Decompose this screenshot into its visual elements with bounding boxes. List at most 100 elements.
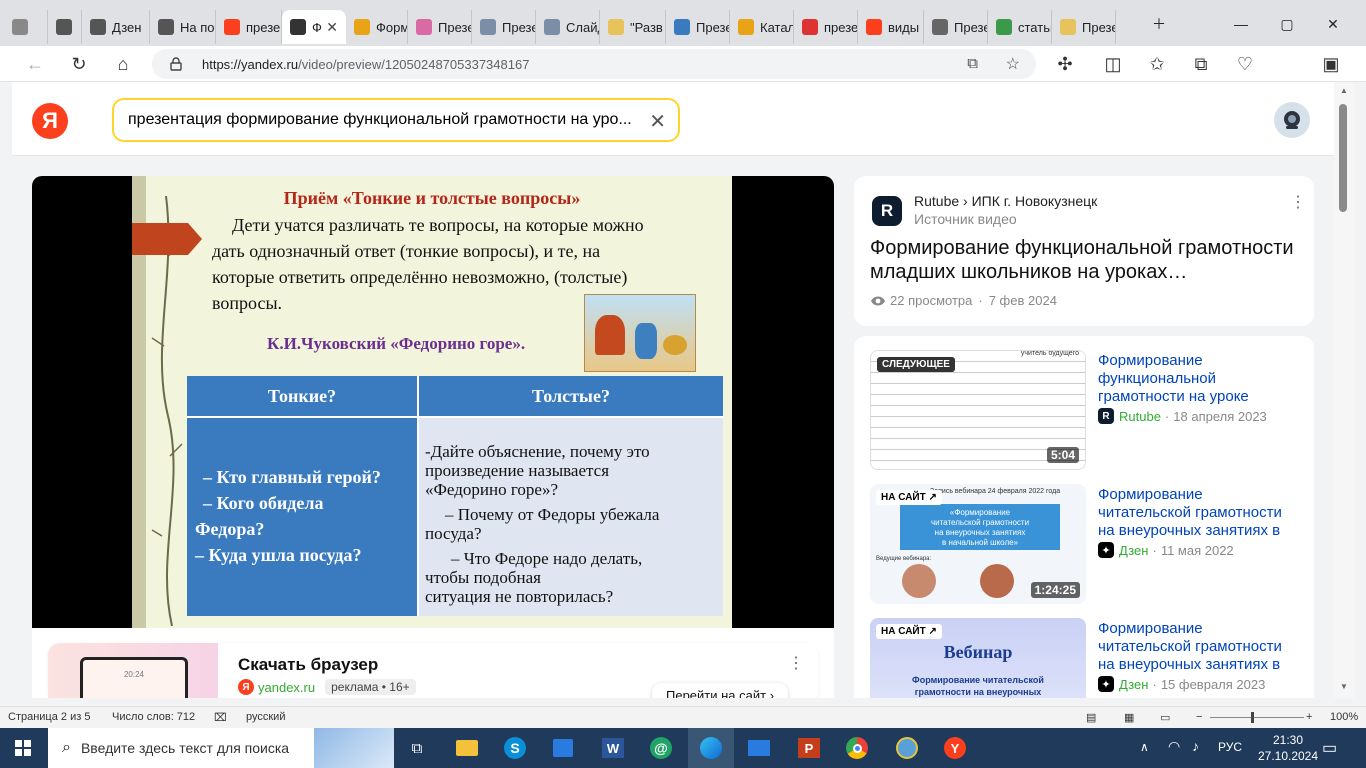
related-item[interactable]: Вебинар Формирование читательской грамотн… <box>854 604 1314 698</box>
browser-tab[interactable]: Презе <box>472 10 536 44</box>
show-hidden-icons[interactable]: ∧ <box>1140 740 1149 754</box>
video-thumbnail[interactable]: Вебинар Формирование читательской грамотн… <box>870 618 1086 698</box>
ad-title[interactable]: Скачать браузер <box>238 655 378 675</box>
zoom-slider-thumb[interactable] <box>1251 712 1254 723</box>
browser-tab[interactable]: статьи <box>988 10 1052 44</box>
browser-tab[interactable]: виды <box>858 10 924 44</box>
url-field[interactable]: https://yandex.ru/video/preview/12050248… <box>152 49 1036 79</box>
extensions-icon[interactable]: ✣ <box>1052 52 1078 76</box>
related-item[interactable]: Запись вебинара 24 февраля 2022 года «Фо… <box>854 470 1314 604</box>
store-icon[interactable] <box>540 728 586 768</box>
browser-tab[interactable]: "Разв <box>600 10 666 44</box>
browser-essentials-icon[interactable]: ♡ <box>1232 52 1258 76</box>
browser-ad-card[interactable]: 20:24 Скачать браузер Я yandex.ru реклам… <box>48 643 818 698</box>
language[interactable]: русский <box>246 711 285 723</box>
volume-icon[interactable]: ♪ <box>1192 738 1199 754</box>
zoom-slider[interactable] <box>1210 717 1304 718</box>
zoom-out-icon[interactable]: − <box>1196 711 1202 723</box>
browser-tab[interactable]: Ф ✕ <box>282 10 346 44</box>
network-icon[interactable]: ◠ <box>1168 738 1180 755</box>
print-layout-icon[interactable]: ▦ <box>1124 711 1134 724</box>
browser-tab[interactable]: На по <box>150 10 216 44</box>
word-icon[interactable]: W <box>590 728 636 768</box>
word-count[interactable]: Число слов: 712 <box>112 711 195 723</box>
browser-tab[interactable]: Слайд <box>536 10 600 44</box>
app-install-icon[interactable]: ⧉ <box>967 55 978 72</box>
scroll-down-icon[interactable]: ▼ <box>1340 682 1348 691</box>
page-scrollbar[interactable]: ▲ ▼ <box>1334 82 1354 698</box>
collections-icon[interactable]: ⧉ <box>1188 52 1214 76</box>
taskbar-search[interactable]: ⌕ Введите здесь текст для поиска <box>48 728 394 768</box>
rutube-logo-icon[interactable]: R <box>872 196 902 226</box>
mail-at-icon[interactable]: @ <box>638 728 684 768</box>
thick-questions-cell: -Дайте объяснение, почему это произведен… <box>419 418 723 616</box>
zoom-in-icon[interactable]: + <box>1306 711 1312 723</box>
browser-tab[interactable]: Катал <box>730 10 794 44</box>
page-count[interactable]: Страница 2 из 5 <box>8 711 90 723</box>
source-breadcrumb[interactable]: Rutube › ИПК г. Новокузнецк <box>914 193 1097 209</box>
browser-tab[interactable]: Дзен <box>82 10 150 44</box>
avatar[interactable] <box>1274 102 1310 138</box>
minimize-button[interactable]: — <box>1218 10 1264 38</box>
video-thumbnail[interactable]: Запись вебинара 24 февраля 2022 года «Фо… <box>870 484 1086 604</box>
windows-start-icon[interactable] <box>0 728 46 768</box>
proofing-icon[interactable]: ⌧ <box>214 711 227 724</box>
browser-tab[interactable]: презе <box>794 10 858 44</box>
yandex-browser-icon[interactable]: Y <box>932 728 978 768</box>
pen-icon <box>1060 19 1076 35</box>
keyboard-language[interactable]: РУС <box>1218 740 1242 754</box>
browser-tab[interactable]: Презе <box>1052 10 1116 44</box>
user-avatar-icon <box>1284 111 1300 129</box>
browser-tab[interactable]: Форм <box>346 10 408 44</box>
system-clock[interactable]: 21:30 27.10.2024 <box>1256 732 1320 764</box>
read-mode-icon[interactable]: ▤ <box>1086 711 1096 724</box>
search-box[interactable]: ✕ <box>112 98 680 142</box>
browser-tab[interactable]: Презе <box>666 10 730 44</box>
reload-button[interactable]: ↻ <box>66 52 92 76</box>
browser-tab[interactable]: Презе <box>408 10 472 44</box>
scroll-up-icon[interactable]: ▲ <box>1340 86 1348 95</box>
browser-tab[interactable] <box>4 10 48 44</box>
yandex-logo[interactable]: Я <box>32 103 68 139</box>
web-layout-icon[interactable]: ▭ <box>1160 711 1170 724</box>
task-view-icon[interactable]: ⧉ <box>394 728 440 768</box>
file-explorer-icon[interactable] <box>444 728 490 768</box>
maximize-button[interactable]: ▢ <box>1264 10 1310 38</box>
edge-icon[interactable] <box>688 728 734 768</box>
back-button[interactable]: ← <box>22 52 48 76</box>
tab-label: На по <box>180 19 215 35</box>
clear-search-icon[interactable]: ✕ <box>649 109 666 134</box>
chrome-icon[interactable] <box>834 728 880 768</box>
browser-tab[interactable] <box>48 10 82 44</box>
video-player[interactable]: Приём «Тонкие и толстые вопросы» Дети уч… <box>32 176 834 628</box>
home-button[interactable]: ⌂ <box>110 52 136 76</box>
zoom-level[interactable]: 100% <box>1330 711 1358 723</box>
video-thumbnail[interactable]: учитель будущего СЛЕДУЮЩЕЕ 5:04 <box>870 350 1086 470</box>
close-window-button[interactable]: ✕ <box>1310 10 1356 38</box>
notifications-icon[interactable]: ▭ <box>1322 738 1337 758</box>
related-title[interactable]: Формирование функциональной грамотности на… <box>1098 352 1249 406</box>
close-tab-icon[interactable]: ✕ <box>326 19 338 36</box>
ad-visit-button[interactable]: Перейти на сайт › <box>652 683 789 698</box>
favorites-icon[interactable]: ✩ <box>1144 52 1170 76</box>
favorite-star-icon[interactable]: ☆ <box>1006 54 1020 74</box>
powerpoint-icon[interactable]: P <box>786 728 832 768</box>
mail-icon[interactable] <box>736 728 782 768</box>
yandex-icon <box>224 19 240 35</box>
related-item[interactable]: учитель будущего СЛЕДУЮЩЕЕ 5:04 Формиров… <box>854 336 1314 476</box>
tab-label: Ф <box>312 19 322 35</box>
browser-tab[interactable]: Презе <box>924 10 988 44</box>
scrollbar-thumb[interactable] <box>1339 104 1347 212</box>
ad-menu-icon[interactable]: ⋮ <box>788 653 804 673</box>
skype-icon[interactable]: S <box>492 728 538 768</box>
profile-icon <box>12 19 28 35</box>
search-input[interactable] <box>128 110 638 130</box>
browser-tab[interactable]: презе <box>216 10 282 44</box>
related-title[interactable]: Формирование читательской грамотности на в… <box>1098 486 1282 540</box>
split-screen-icon[interactable]: ◫ <box>1100 52 1126 76</box>
sidebar-toggle-icon[interactable]: ▣ <box>1318 52 1344 76</box>
maps-app-icon[interactable] <box>884 728 930 768</box>
related-title[interactable]: Формирование читательской грамотности на в… <box>1098 620 1282 674</box>
source-menu-icon[interactable]: ⋮ <box>1290 192 1306 212</box>
new-tab-button[interactable]: ＋ <box>1136 10 1182 38</box>
